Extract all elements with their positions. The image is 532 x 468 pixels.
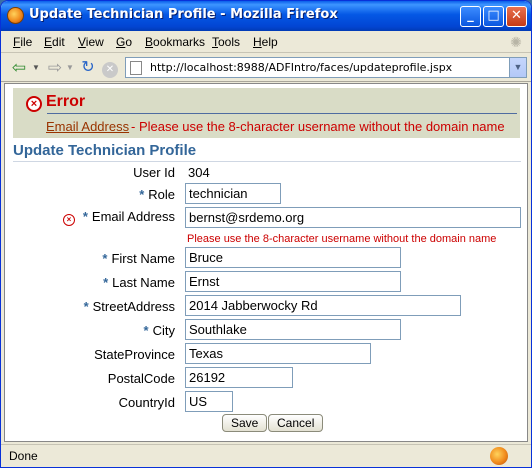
state-province-label: StateProvince [94,347,175,362]
throbber-icon: ✺ [510,34,522,50]
navigation-toolbar: ⇦ ▼ ⇨ ▼ ↻ ✕ http://localhost:8988/ADFInt… [1,54,531,82]
city-input[interactable] [185,319,401,340]
menu-bar: File Edit View Go Bookmarks Tools Help ✺ [1,31,531,53]
reload-icon[interactable]: ↻ [78,58,98,78]
menu-go[interactable]: Go [116,35,132,49]
address-bar[interactable]: http://localhost:8988/ADFIntro/faces/upd… [125,57,527,78]
menu-view[interactable]: View [78,35,104,49]
stop-icon[interactable]: ✕ [100,58,120,78]
browser-window: Update Technician Profile - Mozilla Fire… [0,0,532,468]
postal-code-input[interactable] [185,367,293,388]
role-label: * Role [139,187,175,202]
cancel-button[interactable]: Cancel [268,414,324,432]
close-button[interactable]: ✕ [506,6,527,27]
forward-dropdown-icon[interactable]: ▼ [65,58,75,78]
first-name-label: * First Name [102,251,175,266]
email-input[interactable] [185,207,521,228]
email-error-text: Please use the 8-character username with… [187,233,497,245]
street-address-label: * StreetAddress [83,299,175,314]
street-address-input[interactable] [185,295,461,316]
menu-edit[interactable]: Edit [44,35,65,49]
first-name-input[interactable] [185,247,401,268]
required-indicator: * [139,187,145,202]
country-id-input[interactable] [185,391,233,412]
title-divider [13,161,521,162]
firefox-status-icon [490,447,508,465]
menu-help[interactable]: Help [253,35,278,49]
back-icon[interactable]: ⇦ [7,58,31,78]
user-id-value: 304 [188,165,210,180]
last-name-label: * Last Name [103,275,175,290]
required-indicator: * [103,275,109,290]
required-indicator: * [82,209,88,224]
last-name-input[interactable] [185,271,401,292]
page-content: × Error Email Address - Please use the 8… [4,83,528,442]
error-icon: × [26,96,42,112]
postal-code-label: PostalCode [107,371,175,386]
url-text[interactable]: http://localhost:8988/ADFIntro/faces/upd… [150,61,452,74]
role-input[interactable] [185,183,281,204]
error-title: Error [46,93,86,110]
menu-file[interactable]: File [13,35,32,49]
city-label: * City [143,323,175,338]
back-dropdown-icon[interactable]: ▼ [31,58,41,78]
firefox-icon [7,7,24,24]
error-message: - Please use the 8-character username wi… [131,119,505,134]
required-indicator: * [143,323,149,338]
minimize-button[interactable]: _ [460,6,481,27]
state-province-input[interactable] [185,343,371,364]
required-indicator: * [83,299,89,314]
maximize-button[interactable]: □ [483,6,504,27]
required-indicator: * [102,251,108,266]
status-bar: Done [1,444,531,467]
error-message-box: × Error Email Address - Please use the 8… [13,88,520,138]
error-divider [47,113,517,114]
error-field-link[interactable]: Email Address [46,119,129,134]
status-text: Done [9,449,38,463]
window-title: Update Technician Profile - Mozilla Fire… [29,7,338,22]
user-id-label: User Id [133,165,175,180]
country-id-label: CountryId [118,395,175,410]
email-label: * Email Address [82,209,175,224]
forward-icon[interactable]: ⇨ [43,58,67,78]
url-dropdown-icon[interactable]: ▼ [509,58,526,77]
page-icon [130,61,142,75]
menu-tools[interactable]: Tools [212,35,240,49]
page-title: Update Technician Profile [13,142,197,159]
menu-bookmarks[interactable]: Bookmarks [145,35,205,49]
title-bar[interactable]: Update Technician Profile - Mozilla Fire… [1,1,531,31]
save-button[interactable]: Save [222,414,268,432]
